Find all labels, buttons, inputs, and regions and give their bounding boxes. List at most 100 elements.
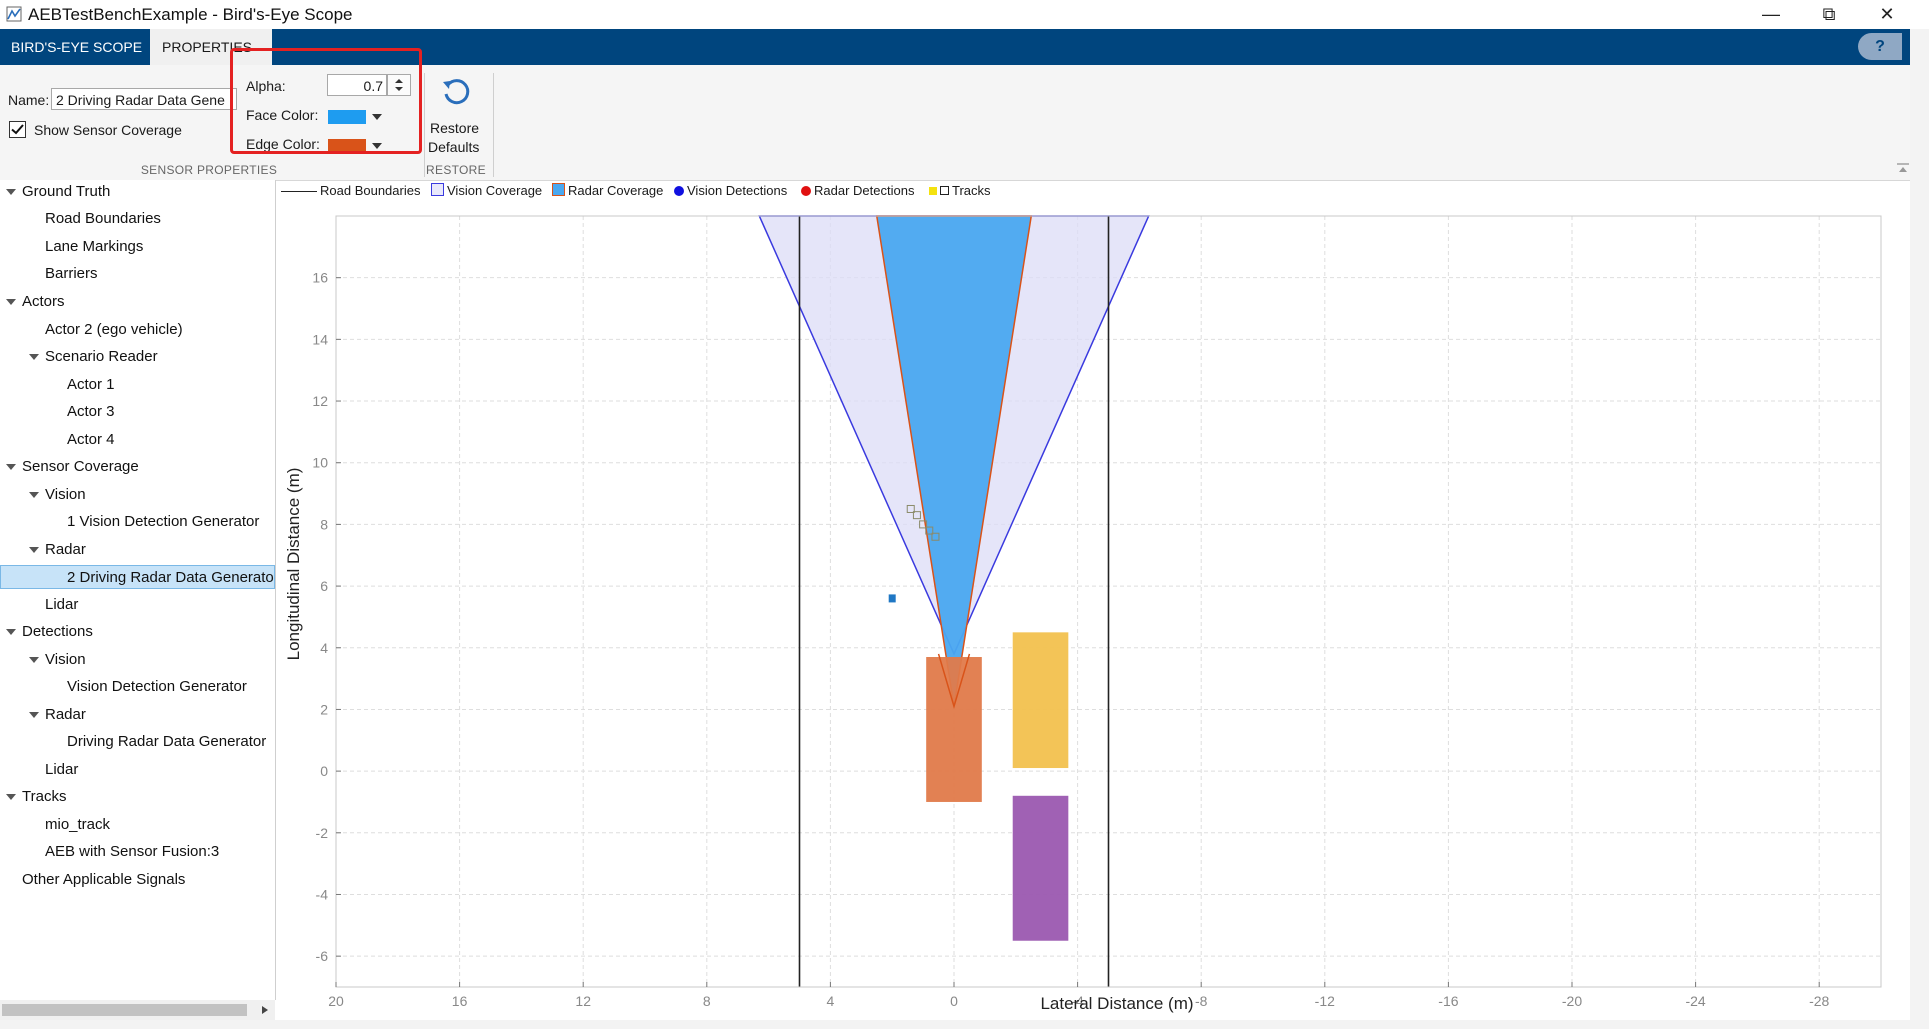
tree-item-road-boundaries[interactable]: Road Boundaries [45,207,161,231]
restore-label-line1: Restore [430,120,480,136]
birds-eye-plot[interactable]: 20 16 12 8 4 0 -4 -8 -12 -16 -20 -24 -28 -6 -4 -2 0 2 4 6 8 1… [276,202,1910,1020]
scroll-right-icon[interactable] [260,1005,270,1015]
tab-birds-eye-scope[interactable]: BIRD'S-EYE SCOPE [0,29,153,65]
legend-label: Vision Detections [687,183,788,198]
help-icon[interactable]: ? [1858,33,1902,60]
legend-label: Vision Coverage [447,183,543,198]
show-coverage-checkbox[interactable] [9,121,26,138]
sensor-name-field[interactable]: 2 Driving Radar Data Gene [51,88,237,110]
y-tick-label: 12 [312,393,328,409]
section-divider [493,73,494,177]
marker-swatch [674,186,684,196]
collapse-toolstrip-icon[interactable] [1896,161,1910,175]
maximize-button[interactable]: ⧉ [1800,0,1858,29]
tree-item-actor-1[interactable]: Actor 1 [67,373,115,397]
legend-label: Tracks [952,183,991,198]
checkmark-icon [11,124,24,135]
tree-item-detections-radar-generator[interactable]: Driving Radar Data Generator [67,730,266,754]
restore-section-label: RESTORE [426,163,486,177]
actor-purple[interactable] [1012,795,1069,941]
tree-item-detections-radar[interactable]: Radar [45,703,86,727]
actor-yellow[interactable] [1012,632,1069,769]
expand-arrow-icon[interactable] [29,492,39,498]
tree-item-aeb-sensor-fusion[interactable]: AEB with Sensor Fusion:3 [45,840,219,864]
x-tick-label: -12 [1315,993,1335,1009]
tree-item-coverage-vision[interactable]: Vision [45,483,86,507]
y-tick-label: 6 [320,578,328,594]
y-tick-label: 8 [320,516,328,532]
y-tick-label: -6 [316,948,329,964]
x-tick-label: 0 [950,993,958,1009]
x-tick-label: 12 [575,993,591,1009]
legend-radar-detections[interactable]: Radar Detections [801,183,914,198]
detection-marker[interactable] [888,594,896,603]
tree-item-coverage-radar[interactable]: Radar [45,538,86,562]
tree-item-lane-markings[interactable]: Lane Markings [45,235,143,259]
legend-road-boundaries[interactable]: Road Boundaries [281,183,420,198]
y-tick-label: -4 [316,886,329,902]
expand-arrow-icon[interactable] [29,354,39,360]
y-tick-label: 2 [320,701,328,717]
legend-vision-detections[interactable]: Vision Detections [674,183,787,198]
y-tick-label: 14 [312,331,328,347]
expand-arrow-icon[interactable] [6,189,16,195]
x-tick-label: -20 [1562,993,1582,1009]
marker-swatch [801,186,811,196]
expand-arrow-icon[interactable] [29,657,39,663]
x-tick-label: 4 [827,993,835,1009]
close-button[interactable]: ✕ [1858,0,1916,29]
tree-item-tracks[interactable]: Tracks [22,785,66,809]
tree-item-mio-track[interactable]: mio_track [45,813,110,837]
expand-arrow-icon[interactable] [6,299,16,305]
tree-item-detections-vision-generator[interactable]: Vision Detection Generator [67,675,247,699]
y-tick-label: 10 [312,455,328,471]
tree-item-vision-detection-generator[interactable]: 1 Vision Detection Generator [67,510,259,534]
marker-swatch [940,186,949,195]
legend-radar-coverage[interactable]: Radar Coverage [552,183,663,198]
section-divider [424,73,425,177]
expand-arrow-icon[interactable] [6,629,16,635]
x-tick-label: -8 [1195,993,1208,1009]
tree-item-barriers[interactable]: Barriers [45,262,98,286]
show-coverage-label: Show Sensor Coverage [34,122,182,138]
window-right-edge [1910,29,1929,1029]
x-tick-label: 20 [328,993,344,1009]
tree-item-actor-3[interactable]: Actor 3 [67,400,115,424]
patch-swatch [431,183,444,196]
restore-defaults-button[interactable]: Restore Defaults [428,69,486,159]
tree-item-detections-lidar[interactable]: Lidar [45,758,78,782]
legend-tracks[interactable]: Tracks [929,183,991,198]
expand-arrow-icon[interactable] [6,464,16,470]
legend-vision-coverage[interactable]: Vision Coverage [431,183,542,198]
x-axis-label: Lateral Distance (m) [1040,994,1193,1013]
marker-swatch [929,187,937,195]
scrollbar-thumb[interactable] [2,1004,247,1016]
x-tick-label: -24 [1685,993,1705,1009]
signal-tree: Ground Truth Road Boundaries Lane Markin… [0,180,276,1000]
tree-item-actor-4[interactable]: Actor 4 [67,428,115,452]
legend-label: Radar Coverage [568,183,664,198]
expand-arrow-icon[interactable] [29,547,39,553]
tree-horizontal-scrollbar[interactable] [0,1000,275,1020]
x-tick-label: -16 [1438,993,1458,1009]
tree-item-other-signals[interactable]: Other Applicable Signals [22,868,185,892]
plot-canvas[interactable]: 20 16 12 8 4 0 -4 -8 -12 -16 -20 -24 -28-6-4-2024681… [276,202,1910,1020]
tree-item-detections[interactable]: Detections [22,620,93,644]
minimize-button[interactable]: — [1742,0,1800,29]
title-bar: AEBTestBenchExample - Bird's-Eye Scope —… [0,0,1929,29]
tree-item-actors[interactable]: Actors [22,290,65,314]
actor-ego[interactable] [926,657,982,802]
expand-arrow-icon[interactable] [29,712,39,718]
x-tick-label: -28 [1809,993,1829,1009]
tree-item-actor-2[interactable]: Actor 2 (ego vehicle) [45,318,183,342]
plot-legend: Road Boundaries Vision Coverage Radar Co… [276,180,1910,202]
tree-item-sensor-coverage[interactable]: Sensor Coverage [22,455,139,479]
expand-arrow-icon[interactable] [6,794,16,800]
annotation-highlight-box [230,48,422,154]
tree-item-detections-vision[interactable]: Vision [45,648,86,672]
tree-item-ground-truth[interactable]: Ground Truth [22,180,110,204]
tree-item-coverage-lidar[interactable]: Lidar [45,593,78,617]
x-tick-label: 16 [452,993,468,1009]
tree-item-radar-data-generator-selected[interactable]: 2 Driving Radar Data Generato [0,565,275,589]
tree-item-scenario-reader[interactable]: Scenario Reader [45,345,158,369]
